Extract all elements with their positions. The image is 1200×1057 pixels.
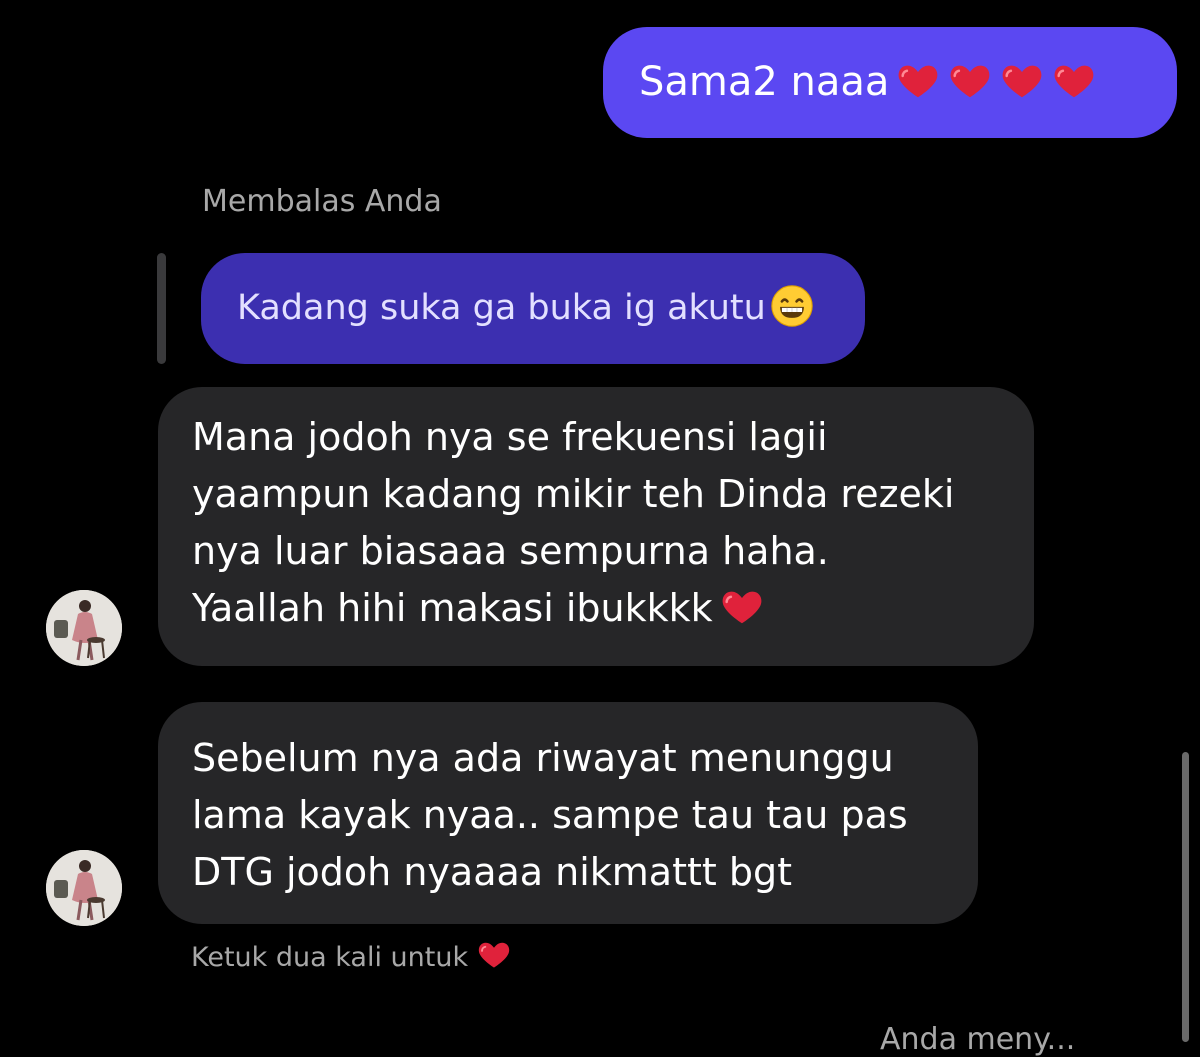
sent-message-bubble[interactable]: Sama2 naaa [603, 27, 1177, 138]
double-tap-hint-text: Ketuk dua kali untuk [191, 942, 469, 973]
received-message-bubble[interactable]: Mana jodoh nya se frekuensi lagii yaampu… [158, 387, 1034, 666]
message-line: nya luar biasaaa sempurna haha. [192, 529, 829, 573]
heart-icon [895, 57, 941, 103]
message-line: Mana jodoh nya se frekuensi lagii [192, 415, 828, 459]
heart-icon [947, 57, 993, 103]
heart-icon [1051, 57, 1097, 103]
sent-message-text: Sama2 naaa [639, 59, 890, 105]
quoted-message-text: Kadang suka ga buka ig akutu [237, 288, 766, 328]
scrollbar[interactable] [1182, 752, 1189, 1042]
message-line: DTG jodoh nyaaaa nikmattt bgt [192, 850, 793, 894]
partial-status-text: Anda meny... [880, 1022, 1076, 1057]
message-line: lama kayak nyaa.. sampe tau tau pas [192, 793, 908, 837]
contact-avatar[interactable] [46, 850, 122, 926]
heart-icon [999, 57, 1045, 103]
contact-avatar[interactable] [46, 590, 122, 666]
double-tap-hint: Ketuk dua kali untuk [191, 936, 512, 973]
quoted-message-bubble[interactable]: Kadang suka ga buka ig akutu [201, 253, 865, 364]
message-line: Yaallah hihi makasi ibukkkk [192, 586, 713, 630]
heart-icon [719, 583, 765, 629]
reply-label: Membalas Anda [202, 184, 442, 219]
message-line: Sebelum nya ada riwayat menunggu [192, 736, 894, 780]
grinning-face-icon [770, 284, 814, 328]
received-message-bubble[interactable]: Sebelum nya ada riwayat menunggu lama ka… [158, 702, 978, 924]
heart-icon [476, 936, 512, 972]
reply-quote-bar [157, 253, 166, 364]
message-line: yaampun kadang mikir teh Dinda rezeki [192, 472, 955, 516]
